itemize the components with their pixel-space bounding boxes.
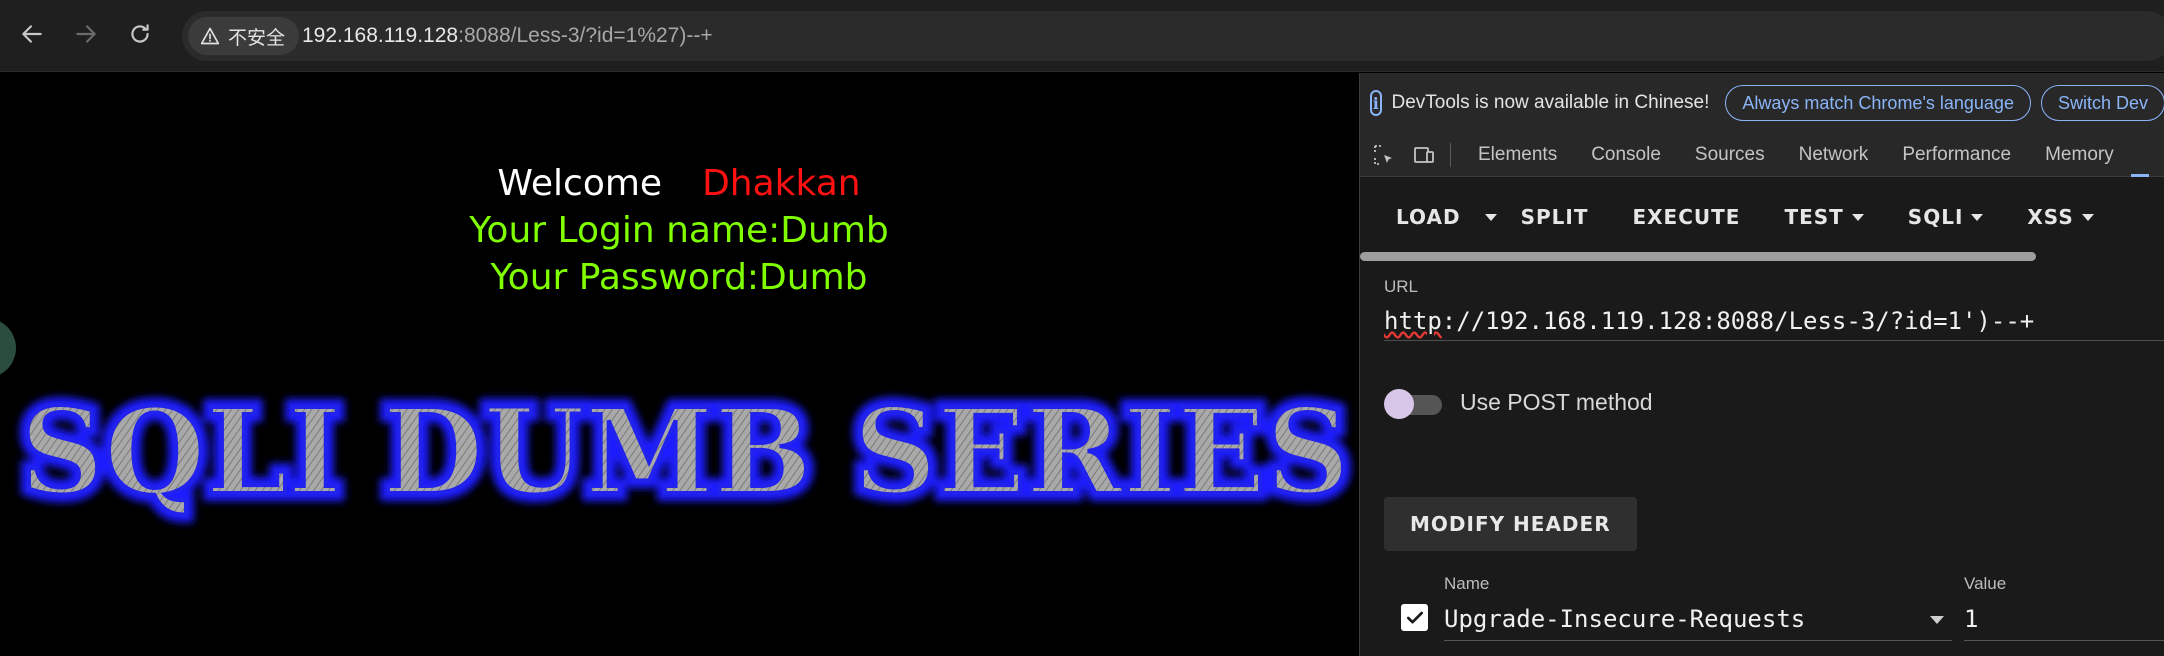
modify-header-button[interactable]: MODIFY HEADER [1384, 497, 1637, 551]
switch-devtools-button[interactable]: Switch Dev [2040, 85, 2164, 121]
arrow-right-icon [76, 25, 96, 43]
checkmark-icon [1406, 611, 1423, 623]
tab-elements[interactable]: Elements [1461, 133, 1574, 177]
load-dropdown-button[interactable] [1479, 195, 1503, 239]
execute-button[interactable]: EXECUTE [1606, 195, 1758, 239]
horizontal-scrollbar[interactable] [1360, 252, 2036, 261]
url-input[interactable]: http://192.168.119.128:8088/Less-3/?id=1… [1384, 301, 2164, 341]
post-method-toggle[interactable] [1384, 389, 1442, 419]
devtools-infobar: i DevTools is now available in Chinese! … [1360, 73, 2164, 133]
tab-hackbar-active[interactable] [2130, 133, 2149, 177]
header-name-label: Name [1444, 574, 1490, 593]
caret-down-icon [1851, 213, 1864, 221]
banner-text: SQLI DUMB SERIES [20, 382, 1350, 521]
arrow-left-icon [22, 25, 42, 43]
hackbar-toolbar: LOAD SPLIT EXECUTE TEST SQLI XSS [1360, 177, 2164, 257]
header-name-value: Upgrade-Insecure-Requests [1444, 605, 1806, 633]
sqli-dumb-series-banner: SQLI DUMB SERIES SQLI DUMB SERIES [12, 374, 1358, 529]
tab-memory[interactable]: Memory [2028, 133, 2131, 177]
security-chip[interactable]: 不安全 [188, 17, 300, 55]
warning-icon [200, 27, 220, 45]
devtools-panel: i DevTools is now available in Chinese! … [1359, 73, 2164, 656]
url-scheme: http [1384, 307, 1442, 335]
hackbar-panel: LOAD SPLIT EXECUTE TEST SQLI XSS URL htt… [1360, 177, 2164, 656]
device-toolbar-icon[interactable] [1404, 133, 1444, 177]
load-button[interactable]: LOAD [1378, 195, 1479, 239]
url-host: 192.168.119.128 [302, 24, 459, 47]
match-language-button[interactable]: Always match Chrome's language [1725, 85, 2031, 121]
test-label: TEST [1784, 205, 1844, 229]
page-viewport: Welcome Dhakkan Your Login name:Dumb Your… [0, 73, 1358, 656]
load-label: LOAD [1396, 205, 1461, 229]
security-label: 不安全 [228, 26, 286, 49]
caret-down-icon [1484, 213, 1497, 221]
tab-performance[interactable]: Performance [1885, 133, 2028, 177]
reload-button[interactable] [120, 14, 160, 54]
header-value-input[interactable]: 1 [1964, 597, 2164, 641]
back-button[interactable] [12, 14, 52, 54]
post-method-label: Use POST method [1460, 389, 1653, 415]
browser-toolbar: 不安全 192.168.119.128:8088/Less-3/?id=1%27… [0, 0, 2164, 72]
reload-icon [131, 24, 149, 43]
address-bar[interactable]: 不安全 192.168.119.128:8088/Less-3/?id=1%27… [182, 11, 2164, 61]
forward-button[interactable] [66, 14, 106, 54]
caret-down-icon [2081, 213, 2094, 221]
info-icon: i [1370, 90, 1382, 116]
header-name-select[interactable]: Upgrade-Insecure-Requests [1444, 597, 1952, 641]
address-url[interactable]: 192.168.119.128:8088/Less-3/?id=1%27)--+ [302, 11, 713, 61]
url-path: :8088/Less-3/?id=1%27)--+ [458, 24, 713, 47]
url-rest: ://192.168.119.128:8088/Less-3/?id=1')--… [1441, 307, 2035, 335]
caret-down-icon [1971, 213, 1984, 221]
welcome-label: Welcome [497, 163, 663, 204]
login-name-line: Your Login name:Dumb [469, 210, 889, 251]
devtools-tabbar: Elements Console Sources Network Perform… [1360, 133, 2164, 177]
dropdown-arrow-icon [1930, 616, 1944, 624]
side-panel-handle[interactable] [0, 318, 16, 378]
split-label: SPLIT [1520, 205, 1589, 229]
xss-menu-button[interactable]: XSS [2001, 195, 2111, 239]
execute-label: EXECUTE [1632, 205, 1741, 229]
url-label: URL [1384, 277, 1419, 296]
tab-separator [1450, 142, 1451, 167]
welcome-name: Dhakkan [702, 163, 861, 204]
header-value-label: Value [1964, 574, 2007, 593]
sqli-label: SQLI [1907, 205, 1964, 229]
tab-console[interactable]: Console [1574, 133, 1678, 177]
inspect-element-icon[interactable] [1364, 133, 1404, 177]
header-enabled-checkbox[interactable] [1401, 604, 1428, 631]
split-button[interactable]: SPLIT [1503, 195, 1607, 239]
password-line: Your Password:Dumb [490, 257, 868, 298]
sqli-menu-button[interactable]: SQLI [1882, 195, 2002, 239]
toggle-knob [1384, 389, 1414, 419]
xss-label: XSS [2027, 205, 2074, 229]
test-menu-button[interactable]: TEST [1758, 195, 1881, 239]
welcome-line: Welcome Dhakkan [0, 163, 1358, 204]
infobar-text: DevTools is now available in Chinese! [1391, 92, 1710, 113]
tab-sources[interactable]: Sources [1678, 133, 1782, 177]
tab-network[interactable]: Network [1782, 133, 1886, 177]
